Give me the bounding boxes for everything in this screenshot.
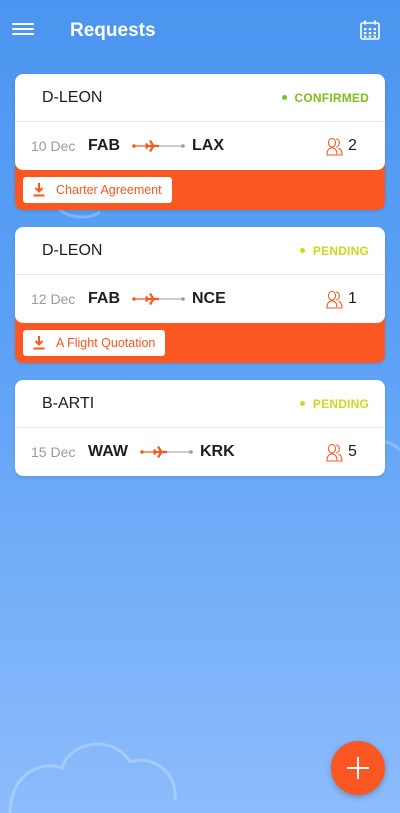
passenger-count-value: 1 — [348, 290, 357, 307]
passengers-icon — [326, 290, 343, 309]
request-card[interactable]: D-LEON PENDING 12 Dec FAB NCE 1 A Flight… — [15, 227, 385, 363]
passenger-count: 5 — [323, 442, 373, 462]
destination-code: LAX — [192, 137, 224, 154]
flight-date: 12 Dec — [31, 291, 76, 307]
origin-code: FAB — [88, 137, 120, 154]
flight-date: 15 Dec — [31, 444, 76, 460]
document-label: A Flight Quotation — [56, 336, 156, 350]
request-card[interactable]: D-LEON CONFIRMED 10 Dec FAB LAX 2 Charte… — [15, 74, 385, 210]
page-title: Requests — [70, 20, 156, 41]
download-icon — [33, 183, 45, 197]
hamburger-menu-icon[interactable] — [12, 20, 34, 40]
passenger-count-value: 2 — [348, 137, 357, 154]
aircraft-tail: B-ARTI — [42, 394, 95, 412]
request-card[interactable]: B-ARTI PENDING 15 Dec WAW KRK 5 — [15, 380, 385, 476]
download-icon — [33, 336, 45, 350]
passengers-icon — [326, 443, 343, 462]
origin-code: WAW — [88, 443, 128, 460]
passenger-count: 2 — [323, 136, 373, 156]
flight-date: 10 Dec — [31, 138, 76, 154]
status-label: CONFIRMED — [294, 90, 369, 105]
route-plane-icon — [132, 292, 185, 306]
passenger-count-value: 5 — [348, 443, 357, 460]
destination-code: KRK — [200, 443, 235, 460]
destination-code: NCE — [192, 290, 226, 307]
route-plane-icon — [140, 445, 193, 459]
status-badge: CONFIRMED — [281, 90, 369, 105]
passenger-count: 1 — [323, 289, 373, 309]
status-label: PENDING — [312, 243, 369, 258]
download-document-button[interactable]: A Flight Quotation — [23, 330, 166, 356]
app-header: Requests — [0, 0, 400, 60]
download-document-button[interactable]: Charter Agreement — [23, 177, 172, 203]
route-plane-icon — [132, 139, 185, 153]
add-request-button[interactable] — [331, 741, 385, 795]
aircraft-tail: D-LEON — [42, 88, 103, 106]
aircraft-tail: D-LEON — [42, 241, 103, 259]
origin-code: FAB — [88, 290, 120, 307]
calendar-icon[interactable] — [360, 20, 380, 40]
plus-icon — [347, 757, 369, 779]
passengers-icon — [326, 137, 343, 156]
status-badge: PENDING — [299, 243, 369, 258]
status-label: PENDING — [312, 396, 369, 411]
document-label: Charter Agreement — [56, 183, 162, 197]
status-badge: PENDING — [299, 396, 369, 411]
